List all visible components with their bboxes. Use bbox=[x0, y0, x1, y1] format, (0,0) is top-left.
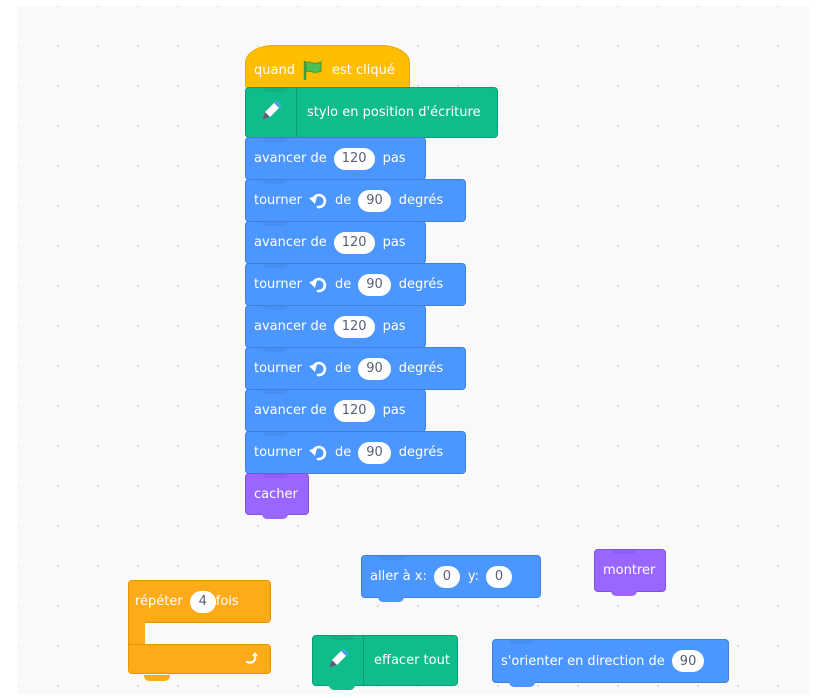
steps-unit: pas bbox=[382, 151, 406, 166]
pen-extension-icon-box bbox=[246, 88, 297, 137]
turn-label: tourner bbox=[254, 361, 302, 376]
clear-label: effacer tout bbox=[374, 653, 450, 668]
show-label: montrer bbox=[603, 563, 656, 578]
pen-down-label: stylo en position d'écriture bbox=[307, 105, 481, 120]
degrees-input[interactable]: 90 bbox=[358, 441, 391, 464]
turn-left-block[interactable]: tourner de 90 degrés bbox=[245, 431, 466, 478]
green-flag-icon bbox=[302, 60, 324, 80]
direction-input[interactable]: 90 bbox=[671, 650, 705, 672]
steps-unit: pas bbox=[382, 403, 406, 418]
degrees-input[interactable]: 90 bbox=[358, 357, 391, 380]
steps-input[interactable]: 120 bbox=[333, 147, 375, 170]
when-label: quand bbox=[254, 62, 295, 78]
rotate-left-icon bbox=[309, 193, 327, 209]
turn-de-label: de bbox=[335, 445, 352, 460]
point-label: s'orienter en direction de bbox=[501, 653, 665, 669]
turn-left-block[interactable]: tourner de 90 degrés bbox=[245, 179, 466, 226]
move-label: avancer de bbox=[254, 403, 327, 418]
move-steps-block[interactable]: avancer de 120 pas bbox=[245, 137, 426, 184]
show-block[interactable]: montrer bbox=[594, 549, 666, 596]
move-label: avancer de bbox=[254, 151, 327, 166]
degrees-input[interactable]: 90 bbox=[358, 189, 391, 212]
clicked-label: est cliqué bbox=[331, 62, 395, 78]
degrees-input[interactable]: 90 bbox=[358, 273, 391, 296]
when-flag-clicked-block[interactable]: quand est cliqué bbox=[245, 45, 410, 89]
goto-label: aller à x: bbox=[370, 569, 427, 584]
point-in-direction-block[interactable]: s'orienter en direction de 90 bbox=[492, 639, 729, 687]
turn-de-label: de bbox=[335, 277, 352, 292]
hide-block[interactable]: cacher bbox=[245, 473, 309, 519]
move-steps-block[interactable]: avancer de 120 pas bbox=[245, 389, 426, 436]
pen-icon bbox=[324, 645, 352, 677]
clear-block[interactable]: effacer tout bbox=[312, 635, 458, 690]
pen-extension-icon-box bbox=[313, 636, 364, 685]
loop-arrow-icon bbox=[244, 651, 260, 671]
repeat-count-input[interactable]: 4 bbox=[189, 590, 216, 613]
degrees-unit: degrés bbox=[398, 445, 444, 460]
degrees-unit: degrés bbox=[398, 277, 444, 292]
turn-left-block[interactable]: tourner de 90 degrés bbox=[245, 347, 466, 394]
repeat-unit: fois bbox=[215, 594, 239, 609]
steps-input[interactable]: 120 bbox=[333, 315, 375, 338]
x-input[interactable]: 0 bbox=[433, 565, 460, 588]
degrees-unit: degrés bbox=[398, 361, 444, 376]
repeat-block[interactable]: répéter 4 fois bbox=[128, 580, 271, 681]
move-steps-block[interactable]: avancer de 120 pas bbox=[245, 221, 426, 268]
code-workspace[interactable]: quand est cliqué stylo en position d'écr… bbox=[18, 6, 810, 694]
rotate-left-icon bbox=[309, 361, 327, 377]
steps-input[interactable]: 120 bbox=[333, 399, 375, 422]
steps-unit: pas bbox=[382, 319, 406, 334]
repeat-label: répéter bbox=[135, 594, 183, 609]
pen-down-block[interactable]: stylo en position d'écriture bbox=[245, 87, 498, 142]
turn-label: tourner bbox=[254, 193, 302, 208]
y-input[interactable]: 0 bbox=[485, 565, 512, 588]
rotate-left-icon bbox=[309, 445, 327, 461]
degrees-unit: degrés bbox=[398, 193, 444, 208]
go-to-xy-block[interactable]: aller à x: 0 y: 0 bbox=[361, 555, 541, 602]
turn-label: tourner bbox=[254, 277, 302, 292]
move-label: avancer de bbox=[254, 235, 327, 250]
turn-left-block[interactable]: tourner de 90 degrés bbox=[245, 263, 466, 310]
turn-label: tourner bbox=[254, 445, 302, 460]
steps-input[interactable]: 120 bbox=[333, 231, 375, 254]
y-label: y: bbox=[467, 569, 479, 584]
pen-icon bbox=[257, 97, 285, 129]
steps-unit: pas bbox=[382, 235, 406, 250]
hide-label: cacher bbox=[254, 486, 298, 502]
rotate-left-icon bbox=[309, 277, 327, 293]
move-steps-block[interactable]: avancer de 120 pas bbox=[245, 305, 426, 352]
turn-de-label: de bbox=[335, 361, 352, 376]
turn-de-label: de bbox=[335, 193, 352, 208]
move-label: avancer de bbox=[254, 319, 327, 334]
